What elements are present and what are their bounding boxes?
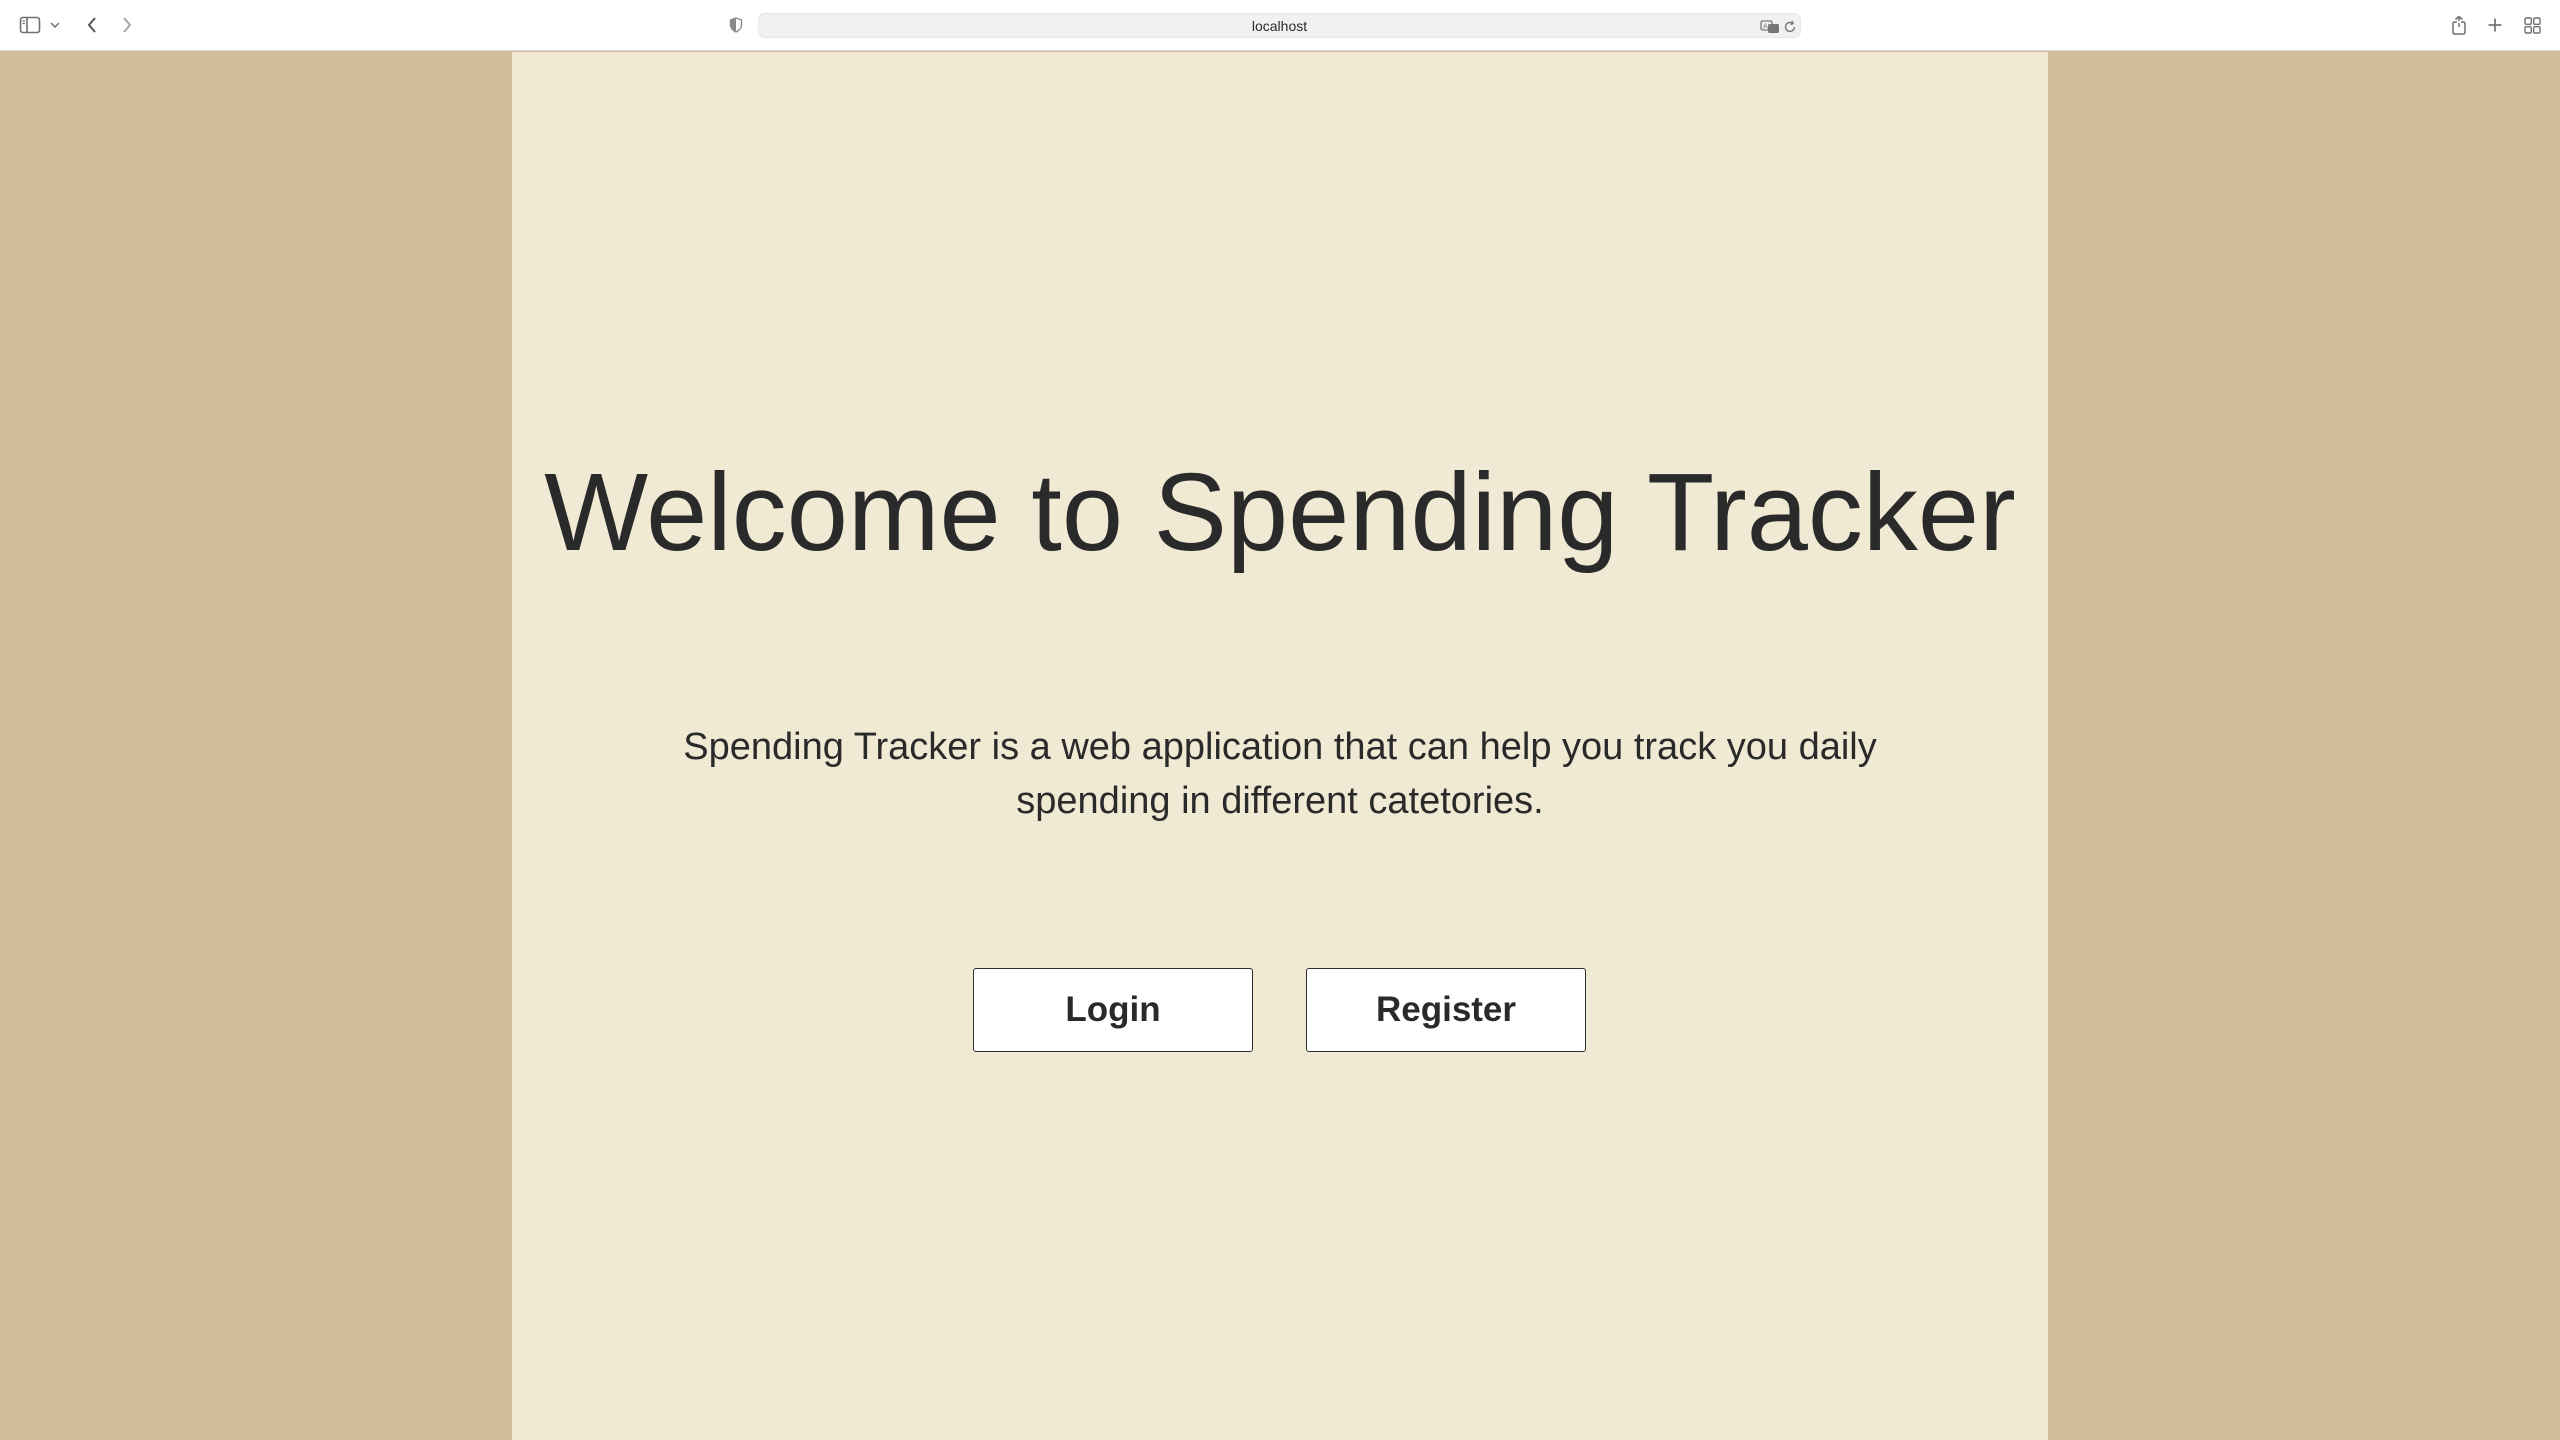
- browser-toolbar: localhost A: [0, 0, 2560, 51]
- chevron-down-icon[interactable]: [48, 13, 62, 37]
- grid-icon[interactable]: [2520, 13, 2544, 37]
- page-content: Welcome to Spending Tracker Spending Tra…: [512, 52, 2048, 1440]
- address-bar[interactable]: localhost A: [758, 13, 1801, 38]
- chevron-right-icon[interactable]: [115, 13, 139, 37]
- address-text: localhost: [1251, 18, 1308, 34]
- translate-icon[interactable]: A: [1759, 18, 1781, 35]
- register-button[interactable]: Register: [1306, 968, 1586, 1052]
- login-button[interactable]: Login: [973, 968, 1253, 1052]
- plus-icon[interactable]: [2483, 13, 2507, 37]
- page-title: Welcome to Spending Tracker: [544, 451, 2016, 574]
- svg-text:A: A: [1763, 22, 1768, 30]
- page-description: Spending Tracker is a web application th…: [683, 726, 1877, 822]
- shield-icon[interactable]: [724, 13, 748, 37]
- chevron-left-icon[interactable]: [80, 13, 104, 37]
- sidebar-icon[interactable]: [18, 13, 42, 37]
- reload-icon[interactable]: [1781, 18, 1799, 35]
- share-icon[interactable]: [2447, 13, 2471, 37]
